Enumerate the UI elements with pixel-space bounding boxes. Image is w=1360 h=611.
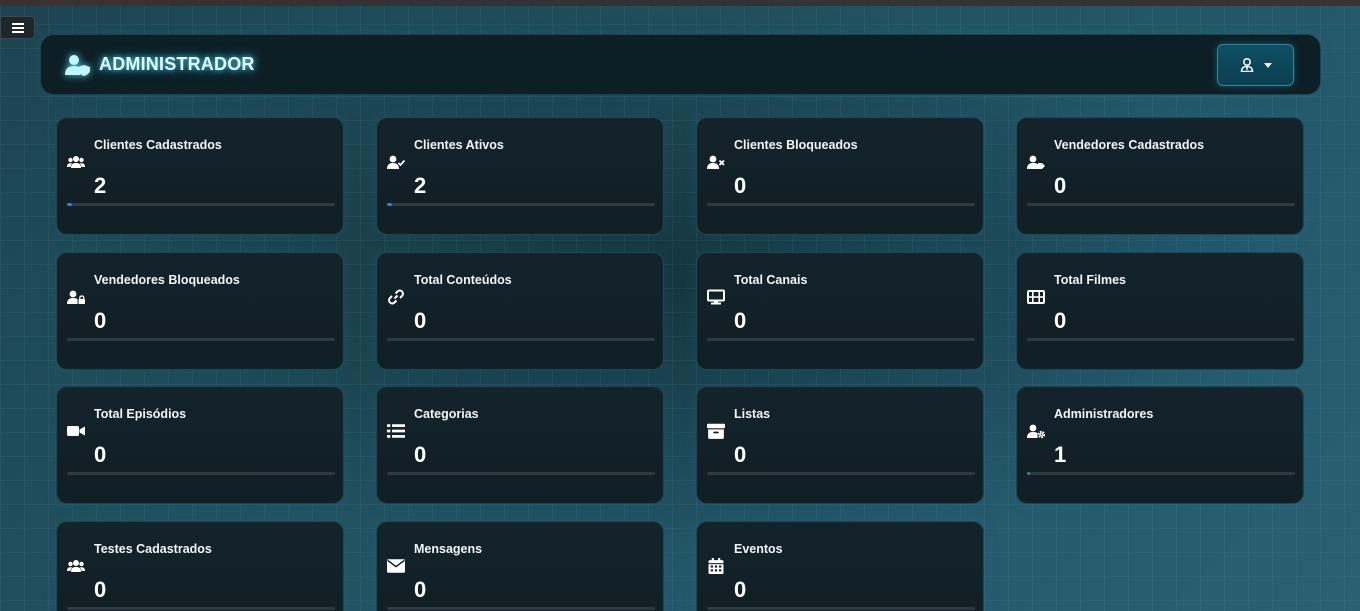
- stat-card[interactable]: Administradores 1: [1016, 386, 1304, 504]
- stat-card[interactable]: Listas 0: [696, 386, 984, 504]
- stat-card-progress-fill: [67, 203, 73, 206]
- stat-card-label: Eventos: [734, 542, 783, 556]
- calendar-icon: [706, 558, 726, 574]
- stats-grid: Clientes Cadastrados 2 Clientes Ativos 2 Cli…: [0, 0, 1360, 611]
- stat-card[interactable]: Mensagens 0: [376, 521, 664, 611]
- stat-card[interactable]: Vendedores Cadastrados 0: [1016, 117, 1304, 235]
- stat-card-label: Total Episódios: [94, 407, 187, 421]
- stat-card-label: Clientes Cadastrados: [94, 138, 222, 152]
- stat-card-label: Clientes Bloqueados: [734, 138, 858, 152]
- desktop-icon: [706, 289, 726, 305]
- user-times-icon: [706, 154, 726, 170]
- stat-card-label: Total Filmes: [1054, 273, 1127, 287]
- stat-card-value: 0: [94, 442, 107, 467]
- stat-card-progress-bar: [707, 607, 975, 610]
- stat-card-label: Administradores: [1054, 407, 1154, 421]
- stat-card-value: 2: [414, 173, 427, 198]
- user-lock-icon: [66, 289, 86, 305]
- stat-card-value: 0: [414, 442, 427, 467]
- film-icon: [1026, 289, 1046, 305]
- stat-card-value: 0: [734, 577, 747, 602]
- stat-card-label: Total Canais: [734, 273, 808, 287]
- stat-card-label: Categorias: [414, 407, 479, 421]
- stat-card[interactable]: Clientes Bloqueados 0: [696, 117, 984, 235]
- stat-card-progress-bar: [67, 203, 335, 206]
- stat-card-value: 0: [734, 308, 747, 333]
- stat-card-label: Total Conteúdos: [414, 273, 512, 287]
- stat-card[interactable]: Total Canais 0: [696, 252, 984, 370]
- stat-card-label: Vendedores Bloqueados: [94, 273, 240, 287]
- stat-card-value: 0: [414, 577, 427, 602]
- stat-card[interactable]: Total Episódios 0: [56, 386, 344, 504]
- stat-card-progress-bar: [67, 607, 335, 610]
- list-icon: [386, 423, 406, 439]
- stat-card-progress-bar: [67, 338, 335, 341]
- stat-card-progress-bar: [387, 472, 655, 475]
- stat-card-label: Mensagens: [414, 542, 483, 556]
- stat-card[interactable]: Testes Cadastrados 0: [56, 521, 344, 611]
- stat-card-value: 0: [1054, 173, 1067, 198]
- link-icon: [386, 289, 406, 305]
- stat-card[interactable]: Categorias 0: [376, 386, 664, 504]
- envelope-icon: [386, 558, 406, 574]
- stat-card-value: 0: [1054, 308, 1067, 333]
- stat-card-progress-bar: [1027, 338, 1295, 341]
- users-icon: [66, 154, 86, 170]
- stat-card-value: 0: [734, 442, 747, 467]
- stat-card[interactable]: Clientes Cadastrados 2: [56, 117, 344, 235]
- stat-card[interactable]: Total Filmes 0: [1016, 252, 1304, 370]
- stat-card-value: 0: [734, 173, 747, 198]
- video-icon: [66, 423, 86, 439]
- archive-icon: [706, 423, 726, 439]
- stat-card[interactable]: Clientes Ativos 2: [376, 117, 664, 235]
- user-cog-icon: [1026, 423, 1046, 439]
- stat-card-label: Testes Cadastrados: [94, 542, 212, 556]
- stat-card-progress-bar: [387, 607, 655, 610]
- stat-card-value: 1: [1054, 442, 1067, 467]
- stat-card-value: 0: [94, 308, 107, 333]
- stat-card[interactable]: Vendedores Bloqueados 0: [56, 252, 344, 370]
- stat-card[interactable]: Eventos 0: [696, 521, 984, 611]
- stat-card-value: 0: [94, 577, 107, 602]
- stat-card-label: Listas: [734, 407, 771, 421]
- stat-card-progress-bar: [67, 472, 335, 475]
- stat-card-progress-bar: [707, 472, 975, 475]
- stat-card-value: 0: [414, 308, 427, 333]
- stat-card-progress-fill: [387, 203, 393, 206]
- stat-card-progress-bar: [1027, 472, 1295, 475]
- stat-card-value: 2: [94, 173, 107, 198]
- stat-card-label: Clientes Ativos: [414, 138, 504, 152]
- stat-card[interactable]: Total Conteúdos 0: [376, 252, 664, 370]
- stat-card-label: Vendedores Cadastrados: [1054, 138, 1205, 152]
- stat-card-progress-bar: [707, 338, 975, 341]
- stat-card-progress-bar: [707, 203, 975, 206]
- stat-card-progress-bar: [387, 338, 655, 341]
- stat-card-progress-bar: [387, 203, 655, 206]
- users-icon: [66, 558, 86, 574]
- user-check-icon: [386, 154, 406, 170]
- stat-card-progress-bar: [1027, 203, 1295, 206]
- user-tag-icon: [1026, 154, 1046, 170]
- stat-card-progress-fill: [1027, 472, 1030, 475]
